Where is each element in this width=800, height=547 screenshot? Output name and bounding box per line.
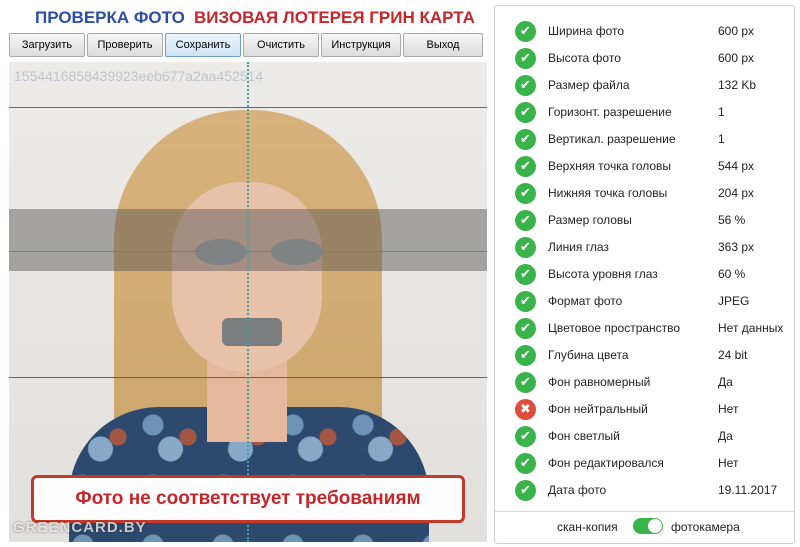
- check-circle-icon: ✔: [515, 264, 536, 285]
- result-value: 60 %: [718, 267, 746, 281]
- load-button[interactable]: Загрузить: [9, 33, 85, 57]
- result-row: ✔ Ширина фото 600 px: [495, 18, 795, 45]
- photo-preview: 1554416858439923eeb677a2aa452514 Фото не…: [9, 62, 487, 542]
- check-circle-icon: ✔: [515, 372, 536, 393]
- header: ПРОВЕРКА ФОТО ВИЗОВАЯ ЛОТЕРЕЯ ГРИН КАРТА: [8, 8, 488, 30]
- result-value: Да: [718, 375, 733, 389]
- result-row: ✔ Фон равномерный Да: [495, 369, 795, 396]
- mouth-mask: [222, 318, 282, 346]
- check-circle-icon: ✔: [515, 345, 536, 366]
- noncompliance-warning: Фото не соответствует требованиям: [31, 475, 465, 523]
- result-label: Фон светлый: [548, 429, 620, 443]
- check-circle-icon: ✔: [515, 129, 536, 150]
- result-label: Фон равномерный: [548, 375, 651, 389]
- app-title: ПРОВЕРКА ФОТО: [35, 8, 185, 27]
- scan-copy-label: скан-копия: [557, 520, 618, 534]
- check-circle-icon: ✔: [515, 48, 536, 69]
- result-value: Нет: [718, 402, 739, 416]
- result-label: Фон нейтральный: [548, 402, 648, 416]
- result-label: Цветовое пространство: [548, 321, 681, 335]
- check-circle-icon: ✔: [515, 210, 536, 231]
- watermark: GREENCARD.BY: [13, 519, 147, 536]
- result-value: 600 px: [718, 24, 755, 38]
- result-value: 132 Kb: [718, 78, 757, 92]
- clear-button[interactable]: Очистить: [243, 33, 319, 57]
- result-row: ✔ Верхняя точка головы 544 px: [495, 153, 795, 180]
- check-button[interactable]: Проверить: [87, 33, 163, 57]
- result-label: Глубина цвета: [548, 348, 629, 362]
- result-row: ✔ Цветовое пространство Нет данных: [495, 315, 795, 342]
- result-row: ✔ Линия глаз 363 px: [495, 234, 795, 261]
- result-row: ✖ Фон нейтральный Нет: [495, 396, 795, 423]
- result-value: 24 bit: [718, 348, 748, 362]
- result-row: ✔ Высота фото 600 px: [495, 45, 795, 72]
- check-circle-icon: ✔: [515, 102, 536, 123]
- result-label: Ширина фото: [548, 24, 625, 38]
- result-row: ✔ Фон светлый Да: [495, 423, 795, 450]
- toggle-knob: [648, 519, 662, 533]
- result-label: Дата фото: [548, 483, 607, 497]
- result-label: Размер файла: [548, 78, 630, 92]
- result-label: Вертикал. разрешение: [548, 132, 676, 146]
- result-row: ✔ Размер файла 132 Kb: [495, 72, 795, 99]
- x-circle-icon: ✖: [515, 399, 536, 420]
- results-panel: ✔ Ширина фото 600 px ✔ Высота фото 600 px ✔ Раз…: [494, 5, 795, 544]
- result-label: Верхняя точка головы: [548, 159, 672, 173]
- left-eye-mask: [195, 239, 247, 265]
- check-circle-icon: ✔: [515, 453, 536, 474]
- result-row: ✔ Фон редактировался Нет: [495, 450, 795, 477]
- save-button[interactable]: Сохранить: [165, 33, 241, 57]
- result-value: JPEG: [718, 294, 750, 308]
- result-value: 600 px: [718, 51, 755, 65]
- result-row: ✔ Глубина цвета 24 bit: [495, 342, 795, 369]
- camera-label: фотокамера: [671, 520, 740, 534]
- center-guide-line: [247, 62, 249, 542]
- result-value: Да: [718, 429, 733, 443]
- result-value: 1: [718, 132, 725, 146]
- right-eye-mask: [271, 239, 323, 265]
- check-circle-icon: ✔: [515, 237, 536, 258]
- exit-button[interactable]: Выход: [403, 33, 483, 57]
- check-circle-icon: ✔: [515, 318, 536, 339]
- panel-divider: [495, 511, 794, 512]
- result-label: Высота фото: [548, 51, 621, 65]
- check-circle-icon: ✔: [515, 21, 536, 42]
- result-label: Размер головы: [548, 213, 632, 227]
- result-value: 363 px: [718, 240, 755, 254]
- result-value: 204 px: [718, 186, 755, 200]
- result-label: Горизонт. разрешение: [548, 105, 672, 119]
- result-label: Формат фото: [548, 294, 623, 308]
- source-mode-toggle[interactable]: [633, 518, 663, 534]
- check-circle-icon: ✔: [515, 183, 536, 204]
- result-row: ✔ Вертикал. разрешение 1: [495, 126, 795, 153]
- result-row: ✔ Высота уровня глаз 60 %: [495, 261, 795, 288]
- result-value: 544 px: [718, 159, 755, 173]
- result-value: Нет данных: [718, 321, 784, 335]
- result-label: Высота уровня глаз: [548, 267, 658, 281]
- check-circle-icon: ✔: [515, 156, 536, 177]
- result-value: 56 %: [718, 213, 746, 227]
- result-label: Фон редактировался: [548, 456, 664, 470]
- result-row: ✔ Горизонт. разрешение 1: [495, 99, 795, 126]
- result-label: Линия глаз: [548, 240, 609, 254]
- result-value: Нет: [718, 456, 739, 470]
- result-row: ✔ Формат фото JPEG: [495, 288, 795, 315]
- result-row: ✔ Размер головы 56 %: [495, 207, 795, 234]
- result-row: ✔ Нижняя точка головы 204 px: [495, 180, 795, 207]
- check-circle-icon: ✔: [515, 480, 536, 501]
- check-circle-icon: ✔: [515, 75, 536, 96]
- result-value: 19.11.2017: [718, 483, 778, 497]
- check-circle-icon: ✔: [515, 291, 536, 312]
- check-circle-icon: ✔: [515, 426, 536, 447]
- app-subtitle: ВИЗОВАЯ ЛОТЕРЕЯ ГРИН КАРТА: [194, 8, 475, 27]
- instructions-button[interactable]: Инструкция: [321, 33, 401, 57]
- result-row: ✔ Дата фото 19.11.2017: [495, 477, 795, 504]
- file-id: 1554416858439923eeb677a2aa452514: [14, 68, 264, 84]
- toolbar: Загрузить Проверить Сохранить Очистить И…: [9, 33, 487, 57]
- result-label: Нижняя точка головы: [548, 186, 668, 200]
- result-value: 1: [718, 105, 725, 119]
